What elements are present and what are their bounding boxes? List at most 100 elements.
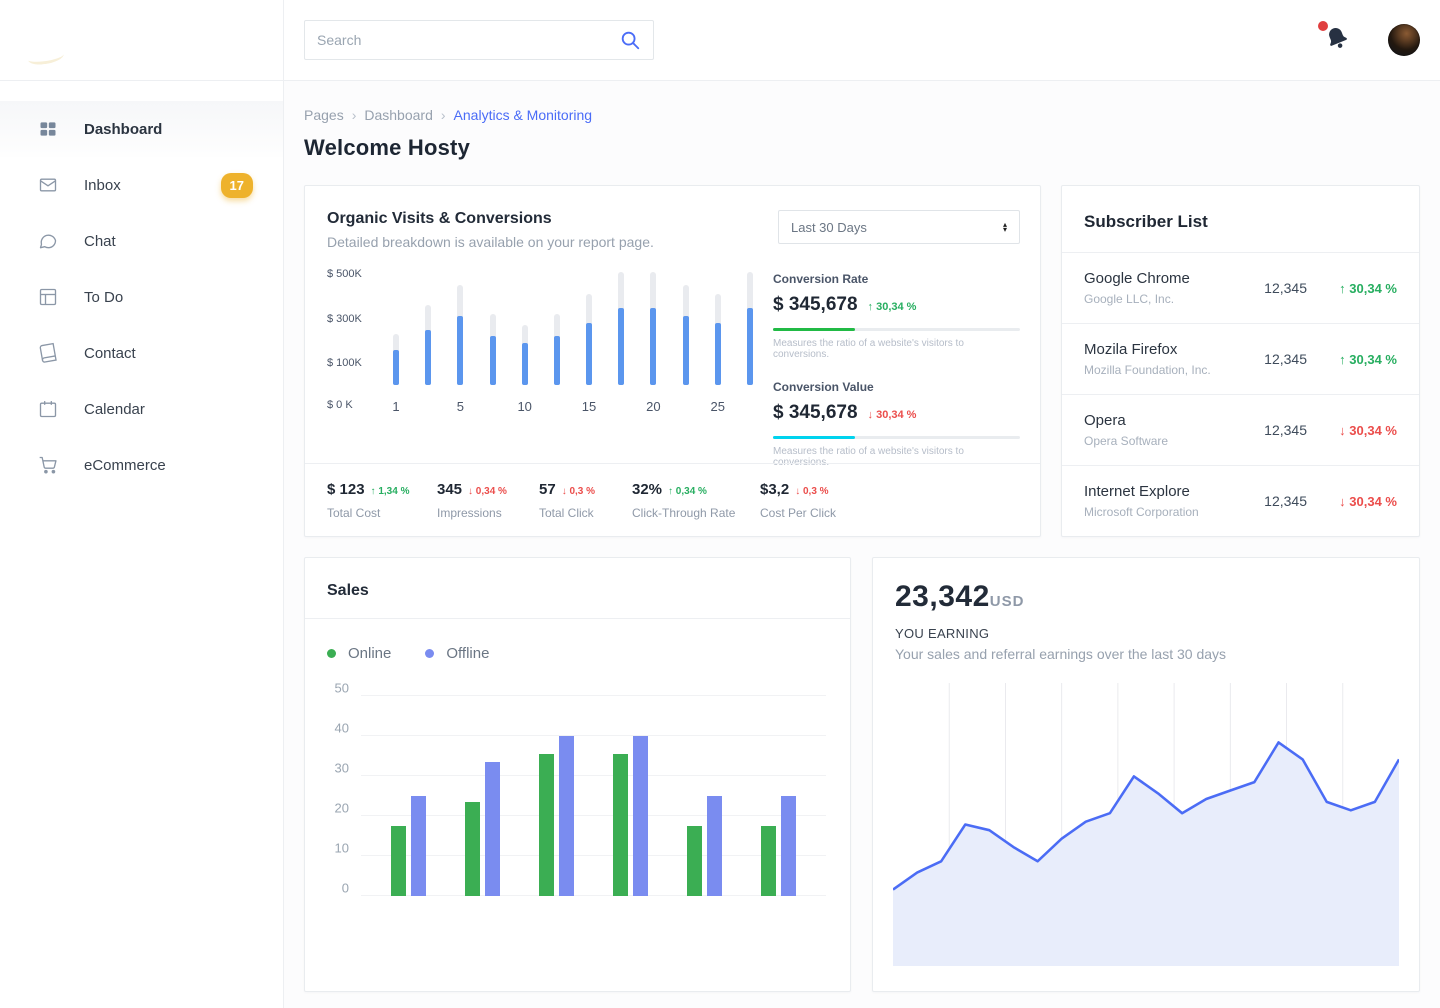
sales-bar-group-apr (613, 736, 648, 896)
metric-delta: ↑ 30,34 % (868, 301, 917, 313)
organic-x-tick: 20 (650, 399, 656, 414)
organic-bar-slot (618, 272, 624, 385)
breadcrumb-dashboard[interactable]: Dashboard (364, 107, 433, 123)
earnings-subtitle: Your sales and referral earnings over th… (895, 646, 1397, 662)
stat-total-cost: $ 123↑ 1,34 %Total Cost (327, 481, 437, 520)
conversion-metric: Conversion Value$ 345,678↓ 30,34 %Measur… (773, 380, 1020, 468)
organic-bar-fill (554, 336, 560, 385)
stat-impressions: 345↓ 0,34 %Impressions (437, 481, 539, 520)
stat-label: Impressions (437, 506, 539, 520)
legend-label: Offline (446, 645, 489, 662)
organic-y-tick: $ 300K (327, 313, 373, 325)
organic-bar (522, 325, 528, 385)
sidebar-item-calendar[interactable]: Calendar (0, 381, 283, 437)
sidebar-item-dashboard[interactable]: Dashboard (0, 101, 283, 157)
sidebar-item-ecommerce[interactable]: eCommerce (0, 437, 283, 493)
organic-bar-slot (683, 285, 689, 385)
organic-x-tick (425, 399, 431, 414)
stat-value: $ 123 (327, 481, 365, 498)
conversion-metric: Conversion Rate$ 345,678↑ 30,34 %Measure… (773, 272, 1020, 360)
subscriber-list-title: Subscriber List (1062, 186, 1419, 252)
legend-label: Online (348, 645, 391, 662)
organic-x-tick (618, 399, 624, 414)
subscriber-delta: ↑ 30,34 % (1325, 352, 1397, 367)
logo (0, 0, 284, 80)
stat-value-row: $ 123↑ 1,34 % (327, 481, 437, 498)
organic-bar-fill (586, 323, 592, 385)
sales-bar-online (465, 802, 480, 896)
stat-value-row: $3,2↓ 0,3 % (760, 481, 1018, 498)
subscriber-company: Microsoft Corporation (1084, 505, 1264, 519)
sales-bar-chart: 01020304050 (319, 696, 826, 896)
sales-y-tick: 10 (319, 841, 349, 856)
organic-card-subtitle: Detailed breakdown is available on your … (327, 234, 654, 250)
subscriber-list-card: Subscriber List Google ChromeGoogle LLC,… (1061, 185, 1420, 537)
sales-bar-offline (781, 796, 796, 896)
organic-bar-fill (522, 343, 528, 385)
book-icon (38, 343, 58, 363)
subscriber-company: Opera Software (1084, 434, 1264, 448)
stat-value: 57 (539, 481, 556, 498)
stat-cost-per-click: $3,2↓ 0,3 % Cost Per Click (760, 481, 1018, 520)
subscriber-info: Internet Explore Microsoft Corporation (1084, 483, 1264, 519)
stat-delta: ↓ 0,34 % (468, 486, 507, 497)
organic-bar-fill (457, 316, 463, 385)
organic-x-tick: 15 (586, 399, 592, 414)
organic-bar-slot (457, 285, 463, 385)
subscriber-info: Google ChromeGoogle LLC, Inc. (1084, 270, 1264, 306)
organic-bar-slot (554, 314, 560, 385)
top-bar (0, 0, 1440, 81)
avatar[interactable] (1388, 24, 1420, 56)
stat-value-row: 57↓ 0,3 % (539, 481, 632, 498)
sidebar-item-to-do[interactable]: To Do (0, 269, 283, 325)
sidebar-item-inbox[interactable]: Inbox17 (0, 157, 283, 213)
earnings-amount: 23,342 (895, 580, 990, 614)
stat-value-row: 32%↑ 0,34 % (632, 481, 760, 498)
metric-label: Conversion Rate (773, 272, 1020, 286)
legend-item-online: Online (327, 645, 391, 662)
subscriber-name: Mozila Firefox (1084, 341, 1264, 358)
stat-delta: ↓ 0,3 % (795, 486, 828, 497)
organic-x-tick: 10 (522, 399, 528, 414)
subscriber-count: 12,345 (1264, 351, 1307, 367)
subscriber-company: Mozilla Foundation, Inc. (1084, 363, 1264, 377)
metric-value: $ 345,678 (773, 402, 858, 424)
grid-icon (38, 119, 58, 139)
sidebar-item-chat[interactable]: Chat (0, 213, 283, 269)
sidebar-item-contact[interactable]: Contact (0, 325, 283, 381)
organic-stats-row: $ 123↑ 1,34 %Total Cost345↓ 0,34 %Impres… (305, 463, 1040, 536)
organic-bar-slot (650, 272, 656, 385)
stat-label: Cost Per Click (760, 506, 1018, 520)
organic-bar (393, 334, 399, 385)
sidebar: Dashboard Inbox17ChatTo DoContactCalendar… (0, 81, 284, 1008)
search-icon[interactable] (619, 29, 641, 51)
subscriber-count: 12,345 (1264, 422, 1307, 438)
notification-bell-icon[interactable] (1324, 25, 1354, 55)
subscriber-name: Opera (1084, 412, 1264, 429)
calendar-icon (38, 399, 58, 419)
breadcrumb-analytics[interactable]: Analytics & Monitoring (454, 107, 593, 123)
sales-card-title: Sales (305, 558, 850, 619)
sidebar-item-label: Dashboard (84, 121, 162, 138)
organic-x-tick: 25 (715, 399, 721, 414)
organic-bar (618, 272, 624, 385)
logo-swoosh-icon (27, 48, 64, 66)
organic-x-tick (747, 399, 753, 414)
main-content: Pages › Dashboard › Analytics & Monitori… (285, 81, 1440, 1008)
organic-bar-fill (650, 308, 656, 385)
organic-bar (586, 294, 592, 385)
organic-bar (490, 314, 496, 385)
subscriber-name: Internet Explore (1084, 483, 1264, 500)
cart-icon (38, 455, 58, 475)
search-input[interactable] (317, 32, 619, 48)
breadcrumb-pages[interactable]: Pages (304, 107, 344, 123)
subscriber-row: Internet ExploreMicrosoft Corporation12,… (1062, 465, 1419, 536)
legend-item-offline: Offline (425, 645, 489, 662)
subscriber-row: Mozila Firefox Mozilla Foundation, Inc.12… (1062, 323, 1419, 394)
organic-bar-fill (747, 308, 753, 385)
sales-bar-group-feb (465, 762, 500, 896)
metric-progress-fill (773, 328, 855, 331)
date-range-select[interactable]: Last 30 Days ▴▾ (778, 210, 1020, 244)
sales-legend: Online Offline (305, 619, 850, 662)
sales-y-tick: 50 (319, 681, 349, 696)
